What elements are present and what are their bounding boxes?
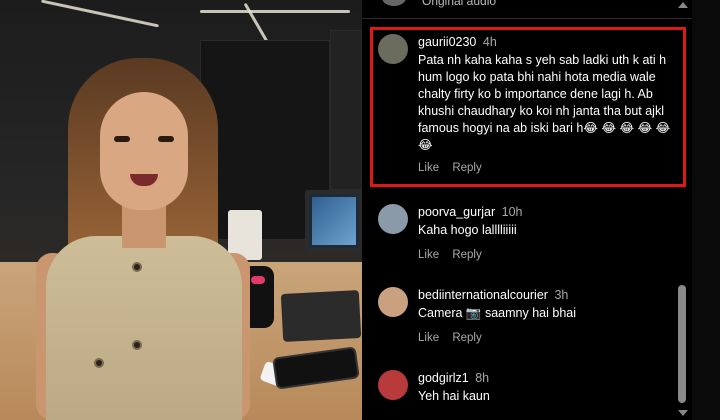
avatar[interactable] xyxy=(378,204,408,234)
reply-button[interactable]: Reply xyxy=(452,162,481,174)
comment-text: Camera 📷 saamny hai bhai xyxy=(418,306,576,320)
reply-button[interactable]: Reply xyxy=(452,249,481,261)
divider xyxy=(362,18,692,19)
avatar[interactable] xyxy=(378,287,408,317)
video-player[interactable] xyxy=(0,0,362,420)
comment-username[interactable]: poorva_gurjar xyxy=(418,205,495,219)
comment-username[interactable]: godgirlz1 xyxy=(418,371,469,385)
comment-username[interactable]: gaurii0230 xyxy=(418,35,476,49)
like-button[interactable]: Like xyxy=(418,332,439,344)
panel-edge xyxy=(692,0,720,420)
comments-panel: Original audio gaurii0230 4h Pata nh kah… xyxy=(362,0,720,420)
wall-panel xyxy=(330,30,362,190)
comment-text: Pata nh kaha kaha s yeh sab ladki uth k … xyxy=(418,53,671,152)
avatar[interactable] xyxy=(378,370,408,400)
scrollbar-thumb[interactable] xyxy=(678,285,686,403)
audio-avatar xyxy=(382,0,406,6)
ceiling-light xyxy=(200,10,350,13)
comment-username[interactable]: bediinternationalcourier xyxy=(418,288,548,302)
scroll-up-arrow-icon[interactable] xyxy=(678,2,688,8)
like-button[interactable]: Like xyxy=(418,162,439,174)
comment-time: 3h xyxy=(554,288,569,302)
avatar[interactable] xyxy=(378,34,408,64)
audio-header[interactable]: Original audio xyxy=(362,0,692,10)
comment-time: 8h xyxy=(475,371,490,385)
person xyxy=(30,58,260,420)
comment-time: 4h xyxy=(482,35,497,49)
comment-text: Kaha hogo lalllliiiii xyxy=(418,223,517,237)
reply-button[interactable]: Reply xyxy=(452,332,481,344)
card-reader xyxy=(280,289,362,343)
scroll-down-arrow-icon[interactable] xyxy=(678,410,688,416)
comment-text: Yeh hai kaun xyxy=(418,389,490,403)
audio-label: Original audio xyxy=(422,0,497,8)
monitor xyxy=(305,190,362,252)
like-button[interactable]: Like xyxy=(418,249,439,261)
comment-time: 10h xyxy=(501,205,523,219)
ceiling-light xyxy=(40,0,160,28)
